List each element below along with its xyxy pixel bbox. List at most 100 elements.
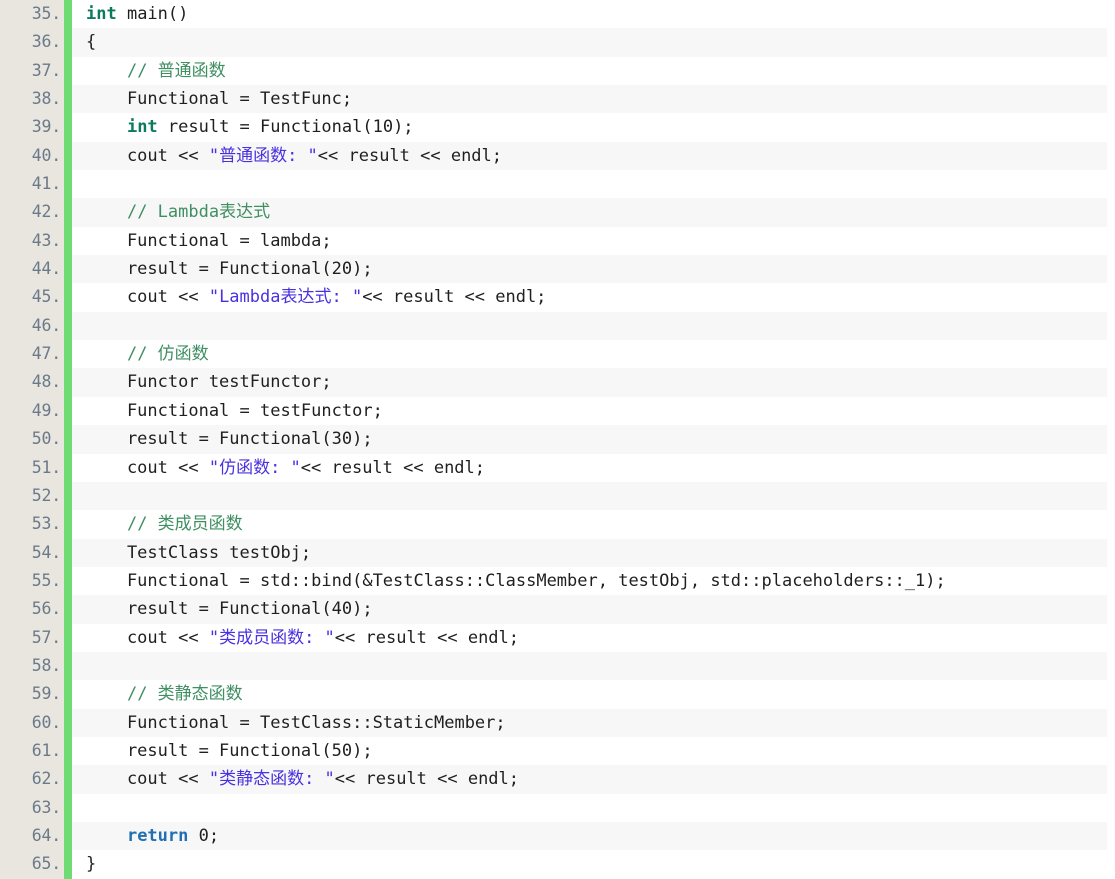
code-token: result = Functional(50);: [86, 740, 373, 761]
code-token: result = Functional(30);: [86, 429, 373, 450]
code-line-text[interactable]: [72, 794, 1107, 822]
code-line[interactable]: 43. Functional = lambda;: [0, 226, 1107, 256]
code-line-text[interactable]: result = Functional(40);: [72, 595, 1107, 623]
code-line-text[interactable]: // 仿函数: [72, 340, 1107, 368]
code-line[interactable]: 50. result = Functional(30);: [0, 425, 1107, 454]
code-line[interactable]: 65.}: [0, 850, 1107, 879]
code-line[interactable]: 60. Functional = TestClass::StaticMember…: [0, 708, 1107, 737]
change-marker-bar: [64, 538, 72, 567]
code-line-text[interactable]: // 类静态函数: [72, 680, 1107, 708]
change-marker-bar: [64, 708, 72, 737]
code-line-text[interactable]: [72, 652, 1107, 680]
code-line[interactable]: 40. cout << "普通函数: "<< result << endl;: [0, 141, 1107, 171]
code-line-text[interactable]: return 0;: [72, 822, 1107, 850]
code-line[interactable]: 54. TestClass testObj;: [0, 538, 1107, 567]
code-line[interactable]: 45. cout << "Lambda表达式: "<< result << en…: [0, 283, 1107, 312]
code-token: Functional = std::bind(&TestClass::Class…: [86, 570, 946, 591]
code-line[interactable]: 49. Functional = testFunctor;: [0, 396, 1107, 426]
line-number: 45.: [0, 283, 64, 312]
change-marker-bar: [64, 736, 72, 766]
code-line[interactable]: 58.: [0, 651, 1107, 681]
code-line[interactable]: 42. // Lambda表达式: [0, 198, 1107, 227]
code-line[interactable]: 62. cout << "类静态函数: "<< result << endl;: [0, 765, 1107, 794]
line-number: 54.: [0, 538, 64, 567]
code-line[interactable]: 55. Functional = std::bind(&TestClass::C…: [0, 566, 1107, 596]
code-line-text[interactable]: // 类成员函数: [72, 510, 1107, 538]
line-number: 58.: [0, 651, 64, 681]
code-line-text[interactable]: result = Functional(30);: [72, 425, 1107, 453]
line-number: 51.: [0, 453, 64, 482]
code-token: cout <<: [86, 145, 209, 166]
code-line-text[interactable]: TestClass testObj;: [72, 539, 1107, 567]
code-line-text[interactable]: [72, 482, 1107, 510]
code-line[interactable]: 41.: [0, 170, 1107, 199]
code-token: // 仿函数: [126, 344, 209, 365]
code-line[interactable]: 38. Functional = TestFunc;: [0, 85, 1107, 114]
code-line-text[interactable]: Functor testFunctor;: [72, 368, 1107, 396]
code-line-text[interactable]: result = Functional(50);: [72, 737, 1107, 765]
code-line-text[interactable]: Functional = lambda;: [72, 227, 1107, 255]
code-line-text[interactable]: cout << "类成员函数: "<< result << endl;: [72, 624, 1107, 652]
line-number: 38.: [0, 85, 64, 114]
change-marker-bar: [64, 680, 72, 709]
code-line-text[interactable]: cout << "Lambda表达式: "<< result << endl;: [72, 283, 1107, 311]
code-line[interactable]: 47. // 仿函数: [0, 340, 1107, 369]
code-line-text[interactable]: }: [72, 850, 1107, 878]
code-line[interactable]: 56. result = Functional(40);: [0, 595, 1107, 624]
code-line[interactable]: 48. Functor testFunctor;: [0, 368, 1107, 397]
code-line[interactable]: 39. int result = Functional(10);: [0, 113, 1107, 142]
code-line-text[interactable]: // Lambda表达式: [72, 198, 1107, 226]
code-line[interactable]: 63.: [0, 793, 1107, 822]
code-line[interactable]: 52.: [0, 481, 1107, 511]
code-token: int: [126, 117, 158, 138]
change-marker-bar: [64, 765, 72, 794]
line-number: 37.: [0, 56, 64, 86]
code-token: return: [126, 825, 189, 846]
change-marker-bar: [64, 198, 72, 227]
code-line-text[interactable]: cout << "普通函数: "<< result << endl;: [72, 142, 1107, 170]
line-number: 39.: [0, 113, 64, 142]
line-number: 52.: [0, 481, 64, 511]
code-line[interactable]: 37. // 普通函数: [0, 56, 1107, 86]
code-line-text[interactable]: result = Functional(20);: [72, 255, 1107, 283]
code-line-text[interactable]: int main(): [72, 0, 1107, 28]
code-line[interactable]: 61. result = Functional(50);: [0, 736, 1107, 766]
code-line[interactable]: 44. result = Functional(20);: [0, 255, 1107, 284]
line-number: 44.: [0, 255, 64, 284]
change-marker-bar: [64, 821, 72, 851]
code-token: Functor testFunctor;: [86, 372, 332, 393]
code-line-text[interactable]: Functional = TestClass::StaticMember;: [72, 709, 1107, 737]
code-line[interactable]: 57. cout << "类成员函数: "<< result << endl;: [0, 623, 1107, 652]
code-line-text[interactable]: [72, 170, 1107, 198]
change-marker-bar: [64, 453, 72, 482]
code-line-text[interactable]: cout << "仿函数: "<< result << endl;: [72, 454, 1107, 482]
code-line-text[interactable]: // 普通函数: [72, 57, 1107, 85]
line-number: 65.: [0, 850, 64, 879]
change-marker-bar: [64, 255, 72, 284]
line-number: 53.: [0, 510, 64, 539]
change-marker-bar: [64, 595, 72, 624]
code-line[interactable]: 35. int main(): [0, 0, 1107, 29]
code-line-text[interactable]: Functional = testFunctor;: [72, 397, 1107, 425]
change-marker-bar: [64, 28, 72, 57]
change-marker-bar: [64, 425, 72, 454]
code-line-text[interactable]: int result = Functional(10);: [72, 113, 1107, 141]
change-marker-bar: [64, 0, 72, 29]
code-line-text[interactable]: Functional = std::bind(&TestClass::Class…: [72, 567, 1107, 595]
code-line[interactable]: 53. // 类成员函数: [0, 510, 1107, 539]
line-number: 46.: [0, 311, 64, 341]
code-line[interactable]: 59. // 类静态函数: [0, 680, 1107, 709]
code-line-text[interactable]: [72, 312, 1107, 340]
code-line-text[interactable]: Functional = TestFunc;: [72, 85, 1107, 113]
code-line-text[interactable]: {: [72, 28, 1107, 56]
code-line[interactable]: 46.: [0, 311, 1107, 341]
code-token: cout <<: [86, 627, 209, 648]
code-token: << result << endl;: [300, 457, 486, 478]
code-line[interactable]: 64. return 0;: [0, 821, 1107, 851]
code-line[interactable]: 36. {: [0, 28, 1107, 57]
code-token: "仿函数: ": [208, 457, 301, 478]
code-token: "类静态函数: ": [208, 769, 335, 790]
code-line-text[interactable]: cout << "类静态函数: "<< result << endl;: [72, 765, 1107, 793]
code-line[interactable]: 51. cout << "仿函数: "<< result << endl;: [0, 453, 1107, 482]
